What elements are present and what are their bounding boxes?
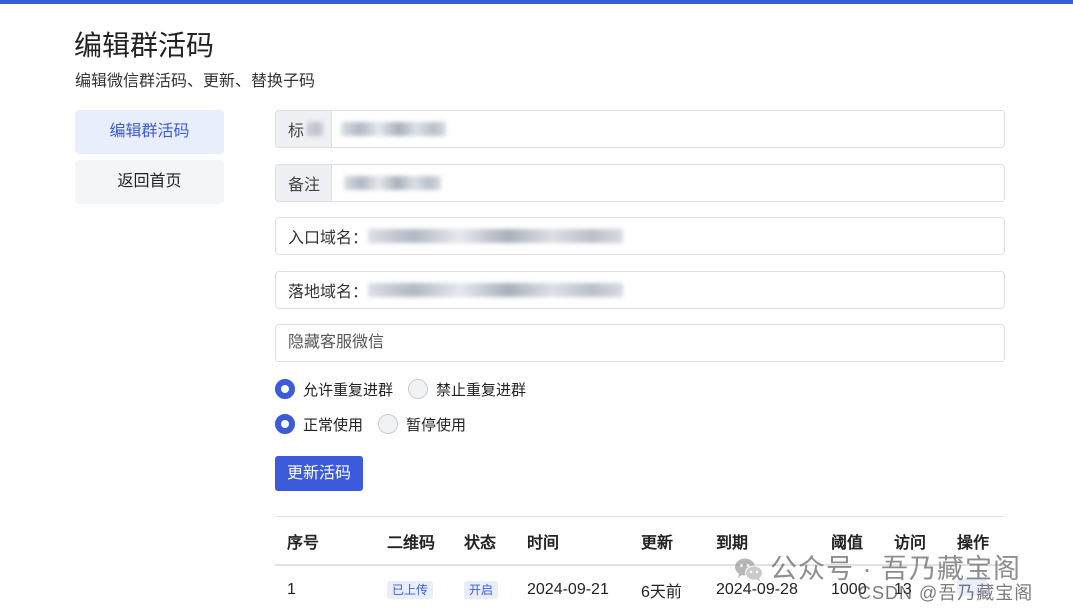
column-header-time: 时间 (515, 517, 629, 566)
entry-domain-field[interactable]: 入口域名： (275, 217, 1005, 255)
page-subtitle: 编辑微信群活码、更新、替换子码 (75, 73, 316, 90)
column-header-updated: 更新 (629, 517, 704, 566)
repeat-join-radio-group: 允许重复进群 禁止重复进群 (275, 378, 541, 400)
radio-forbid-repeat-join[interactable]: 禁止重复进群 (408, 379, 526, 400)
cell-qrcode: 已上传 (375, 565, 452, 612)
radio-normal-use[interactable]: 正常使用 (275, 414, 363, 435)
radio-circle-icon[interactable] (378, 414, 399, 434)
radio-circle-icon[interactable] (408, 379, 429, 399)
remark-field[interactable]: 备注 (275, 164, 1005, 202)
cell-index: 1 (287, 580, 296, 598)
cell-status: 开启 (452, 565, 515, 612)
sidebar-item-edit-qrcode[interactable]: 编辑群活码 (75, 110, 224, 154)
watermark-wechat-text: 公众号 · 吾乃藏宝阁 (770, 554, 1021, 584)
usage-status-radio-group: 正常使用 暂停使用 (275, 413, 481, 435)
cell-time: 2024-09-21 (527, 580, 609, 598)
hidden-wechat-input[interactable] (276, 325, 1004, 361)
cell-updated: 6天前 (641, 583, 682, 601)
radio-label: 禁止重复进群 (436, 381, 527, 399)
update-qrcode-button[interactable]: 更新活码 (275, 456, 363, 491)
title-field-addon-label: 标 (288, 123, 305, 140)
remark-field-addon: 备注 (276, 165, 332, 201)
entry-domain-value-redacted (368, 229, 624, 243)
watermark-csdn-text: CSDN @吾乃藏宝阁 (858, 583, 1034, 603)
wechat-icon (735, 558, 763, 582)
title-field[interactable]: 标 (275, 110, 1005, 148)
hidden-wechat-field (275, 324, 1005, 362)
sidebar-item-home[interactable]: 返回首页 (75, 160, 224, 204)
entry-domain-prefix: 入口域名： (288, 230, 369, 247)
column-header-qrcode: 二维码 (375, 517, 452, 566)
title-field-addon: 标 (276, 111, 332, 147)
landing-domain-prefix: 落地域名： (288, 284, 369, 301)
radio-label: 允许重复进群 (303, 381, 394, 399)
landing-domain-field[interactable]: 落地域名： (275, 271, 1005, 309)
redacted-text (307, 122, 324, 136)
qrcode-uploaded-badge[interactable]: 已上传 (387, 580, 434, 599)
page-title: 编辑群活码 (74, 30, 215, 61)
remark-field-addon-label: 备注 (288, 177, 321, 194)
remark-field-value-redacted (344, 176, 441, 190)
radio-label: 暂停使用 (406, 416, 467, 434)
sidebar: 编辑群活码 返回首页 (75, 110, 224, 210)
radio-circle-icon[interactable] (275, 379, 295, 399)
status-badge[interactable]: 开启 (464, 580, 499, 599)
column-header-status: 状态 (452, 517, 515, 566)
radio-label: 正常使用 (303, 416, 364, 434)
radio-pause-use[interactable]: 暂停使用 (378, 414, 466, 435)
radio-allow-repeat-join[interactable]: 允许重复进群 (275, 379, 393, 400)
column-header-index: 序号 (275, 517, 375, 566)
title-field-value-redacted (341, 122, 446, 136)
landing-domain-value-redacted (368, 283, 624, 297)
radio-circle-icon[interactable] (275, 414, 295, 434)
top-accent-bar (0, 0, 1073, 4)
